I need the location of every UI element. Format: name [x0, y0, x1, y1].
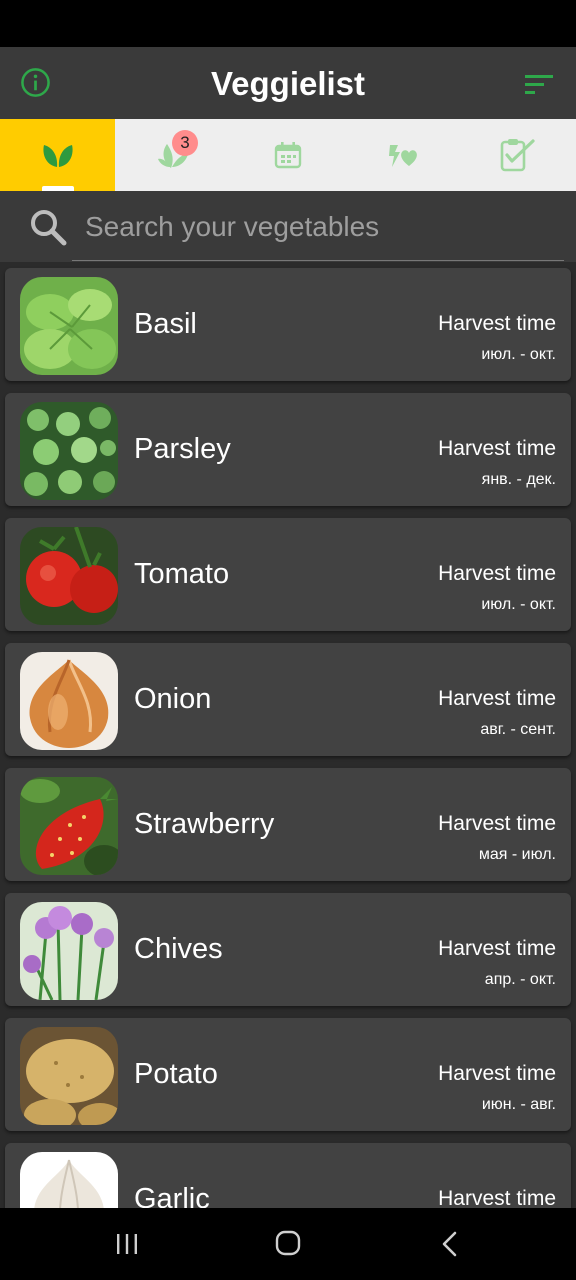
vegetable-list[interactable]: Basil Harvest time июл. - окт. Parsley H… [0, 262, 576, 1208]
home-icon[interactable] [274, 1229, 302, 1257]
onion-image [20, 652, 118, 750]
tab-calendar[interactable] [230, 119, 345, 191]
tab-vegetables[interactable] [0, 119, 116, 191]
harvest-period: июн. - авг. [481, 1096, 556, 1113]
strawberry-image [20, 777, 118, 875]
vegetable-name: Tomato [134, 558, 230, 590]
harvest-period: июл. - окт. [481, 596, 556, 613]
vegetable-card-tomato[interactable]: Tomato Harvest time июл. - окт. [5, 518, 571, 631]
checklist-icon [501, 139, 535, 172]
sprout-icon [43, 145, 73, 167]
vegetable-name: Strawberry [134, 808, 275, 840]
plant-heart-icon [389, 145, 418, 167]
vegetable-card-strawberry[interactable]: Strawberry Harvest time мая - июл. [5, 768, 571, 881]
harvest-period: мая - июл. [478, 846, 556, 863]
vegetable-card-chives[interactable]: Chives Harvest time апр. - окт. [5, 893, 571, 1006]
search-input[interactable]: Search your vegetables [85, 211, 379, 243]
harvest-label: Harvest time [438, 687, 556, 710]
harvest-period: янв. - дек. [481, 471, 556, 488]
vegetable-card-potato[interactable]: Potato Harvest time июн. - авг. [5, 1018, 571, 1131]
tab-favorites[interactable] [346, 119, 461, 191]
vegetable-name: Parsley [134, 433, 231, 465]
vegetable-name: Garlic [134, 1183, 210, 1208]
vegetable-name: Basil [134, 308, 197, 340]
vegetable-name: Potato [134, 1058, 218, 1090]
harvest-label: Harvest time [438, 437, 556, 460]
harvest-label: Harvest time [438, 937, 556, 960]
basil-image [20, 277, 118, 375]
harvest-period: июл. - окт. [481, 346, 556, 363]
harvest-label: Harvest time [438, 812, 556, 835]
search-underline [72, 260, 564, 261]
calendar-icon [274, 142, 302, 169]
harvest-label: Harvest time [438, 312, 556, 335]
notification-badge: 3 [172, 130, 198, 156]
tab-my-plants[interactable] [115, 119, 230, 191]
vegetable-card-garlic[interactable]: Garlic Harvest time [5, 1143, 571, 1208]
vegetable-name: Chives [134, 933, 223, 965]
vegetable-card-parsley[interactable]: Parsley Harvest time янв. - дек. [5, 393, 571, 506]
system-nav-bar [0, 1208, 576, 1280]
app-title: Veggielist [210, 65, 366, 102]
tab-bar [0, 119, 576, 191]
vegetable-name: Onion [134, 683, 212, 715]
garlic-image [20, 1152, 118, 1208]
harvest-period: апр. - окт. [484, 971, 556, 988]
tab-checklist[interactable] [461, 119, 576, 191]
tomato-image [20, 527, 118, 625]
harvest-period: авг. - сент. [480, 721, 556, 738]
chives-image [20, 902, 118, 1000]
vegetable-card-basil[interactable]: Basil Harvest time июл. - окт. [5, 268, 571, 381]
harvest-label: Harvest time [438, 562, 556, 585]
search-icon [31, 210, 67, 246]
harvest-label: Harvest time [438, 1187, 556, 1208]
app-bar: Veggielist [0, 47, 576, 119]
recents-icon[interactable] [114, 1232, 140, 1256]
search-bar[interactable]: Search your vegetables [0, 191, 576, 262]
sort-icon[interactable] [522, 71, 556, 97]
back-icon[interactable] [440, 1230, 460, 1258]
harvest-label: Harvest time [438, 1062, 556, 1085]
potato-image [20, 1027, 118, 1125]
vegetable-card-onion[interactable]: Onion Harvest time авг. - сент. [5, 643, 571, 756]
parsley-image [20, 402, 118, 500]
status-bar [0, 0, 576, 47]
